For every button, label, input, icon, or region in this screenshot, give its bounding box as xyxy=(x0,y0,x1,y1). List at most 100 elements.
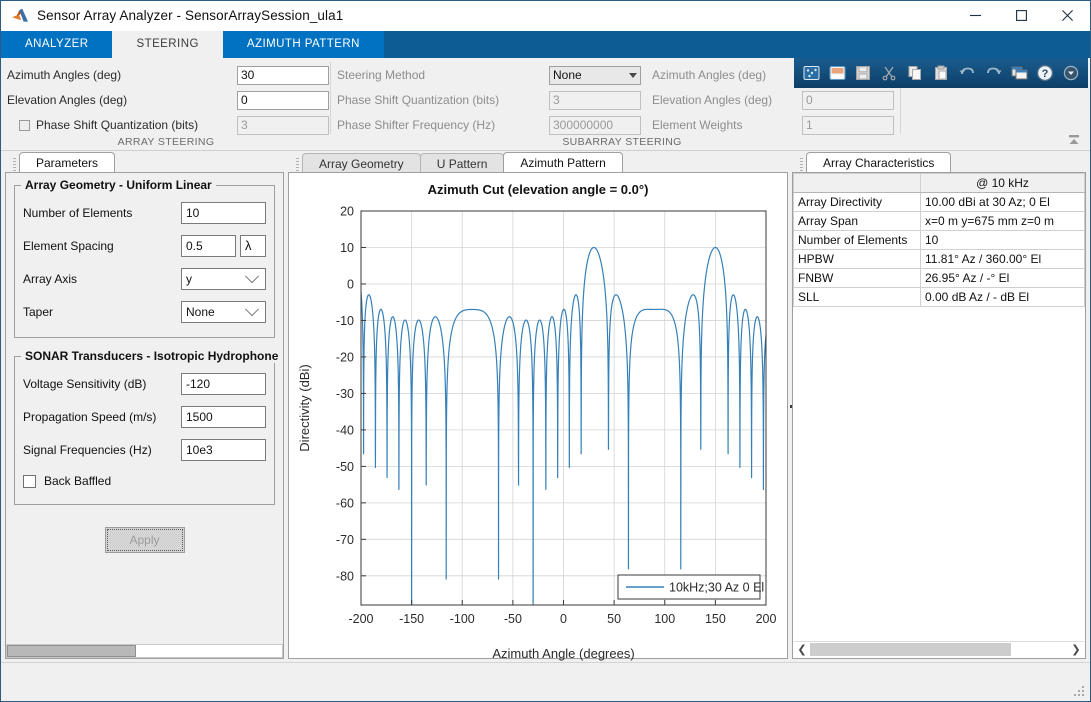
tab-steering[interactable]: STEERING xyxy=(112,31,222,58)
tab-u-pattern[interactable]: U Pattern xyxy=(420,153,505,173)
ribbon-tab-filler xyxy=(384,31,1090,58)
tab-array-geometry[interactable]: Array Geometry xyxy=(302,153,421,173)
input-sub-elevation-angles[interactable]: 0 xyxy=(802,91,894,110)
left-panel-horizontal-scrollbar[interactable] xyxy=(6,644,283,658)
chart-container: Azimuth Cut (elevation angle = 0.0°) 201… xyxy=(288,172,788,659)
ribbon-row-steering-method: Steering Method None xyxy=(337,64,646,86)
maximize-button[interactable] xyxy=(998,1,1044,30)
svg-text:-40: -40 xyxy=(336,423,354,437)
tab-analyzer[interactable]: ANALYZER xyxy=(1,31,112,58)
svg-text:50: 50 xyxy=(607,612,621,626)
sonar-transducers-legend: SONAR Transducers - Isotropic Hydrophone xyxy=(21,349,282,363)
collapse-ribbon-icon[interactable] xyxy=(1064,132,1084,148)
parameters-content: Array Geometry - Uniform Linear Number o… xyxy=(5,172,284,659)
table-cell-value: 11.81° Az / 360.00° El xyxy=(921,250,1085,269)
chevron-left-icon[interactable]: ❮ xyxy=(794,642,810,657)
chevron-down-icon xyxy=(629,73,637,78)
close-button[interactable] xyxy=(1044,1,1090,30)
panel-gripper-right[interactable] xyxy=(796,155,806,173)
panel-gripper-center[interactable] xyxy=(292,155,302,173)
table-row[interactable]: SLL0.00 dB Az / - dB El xyxy=(794,288,1085,307)
azimuth-pattern-plot[interactable]: 20100-10-20-30-40-50-60-70-80-200-150-10… xyxy=(289,199,784,667)
array-characteristics-table: @ 10 kHzArray Directivity10.00 dBi at 30… xyxy=(793,173,1085,307)
ribbon-row-phase-shift-quantization: Phase Shift Quantization (bits) 3 xyxy=(7,114,331,136)
tab-parameters[interactable]: Parameters xyxy=(19,152,115,173)
apply-button[interactable]: Apply xyxy=(105,527,185,553)
chevron-right-icon[interactable]: ❯ xyxy=(1068,642,1084,657)
center-panel-tab-strip: Array Geometry U Pattern Azimuth Pattern xyxy=(288,151,788,173)
field-number-of-elements: Number of Elements 10 xyxy=(23,200,266,226)
table-row[interactable]: Array Directivity10.00 dBi at 30 Az; 0 E… xyxy=(794,193,1085,212)
svg-text:-70: -70 xyxy=(336,533,354,547)
input-sub-phase-shift-quantization[interactable]: 3 xyxy=(549,91,641,110)
input-number-of-elements[interactable]: 10 xyxy=(181,202,266,224)
label-elevation-angles: Elevation Angles (deg) xyxy=(7,93,237,107)
input-signal-frequencies[interactable]: 10e3 xyxy=(181,439,266,461)
apply-button-row: Apply xyxy=(6,527,283,553)
minimize-button[interactable] xyxy=(952,1,998,30)
input-azimuth-angles[interactable]: 30 xyxy=(237,66,329,85)
panel-gripper-left[interactable] xyxy=(9,155,19,173)
field-signal-frequencies: Signal Frequencies (Hz) 10e3 xyxy=(23,437,266,463)
main-body: Parameters Array Geometry - Uniform Line… xyxy=(1,151,1090,701)
table-row[interactable]: HPBW11.81° Az / 360.00° El xyxy=(794,250,1085,269)
status-bar xyxy=(1,662,1090,701)
select-taper[interactable]: None xyxy=(181,301,266,323)
tab-azimuth-pattern[interactable]: AZIMUTH PATTERN xyxy=(223,31,384,58)
table-cell-value: 26.95° Az / -° El xyxy=(921,269,1085,288)
svg-text:0: 0 xyxy=(347,277,354,291)
label-element-spacing: Element Spacing xyxy=(23,239,181,253)
table-header-cell: @ 10 kHz xyxy=(921,174,1085,193)
ribbon-row-azimuth-angles: Azimuth Angles (deg) 30 xyxy=(7,64,331,86)
right-panel-horizontal-scrollbar[interactable]: ❮ ❯ xyxy=(794,641,1084,657)
resize-grip[interactable] xyxy=(1074,686,1086,698)
input-phase-shifter-frequency[interactable]: 300000000 xyxy=(549,116,641,135)
table-row[interactable]: FNBW26.95° Az / -° El xyxy=(794,269,1085,288)
svg-text:-150: -150 xyxy=(399,612,424,626)
svg-text:-100: -100 xyxy=(450,612,475,626)
cut-icon xyxy=(877,61,901,85)
chart-title: Azimuth Cut (elevation angle = 0.0°) xyxy=(289,182,787,197)
select-array-axis[interactable]: y xyxy=(181,268,266,290)
table-row[interactable]: Number of Elements10 xyxy=(794,231,1085,250)
table-cell-value: 0.00 dB Az / - dB El xyxy=(921,288,1085,307)
select-taper-value: None xyxy=(186,305,215,319)
select-steering-method[interactable]: None xyxy=(549,66,641,85)
ribbon: Azimuth Angles (deg) 30 Elevation Angles… xyxy=(1,58,1090,151)
checkbox-back-baffled[interactable] xyxy=(23,475,36,488)
layout-icon[interactable] xyxy=(1007,61,1031,85)
open-session-icon[interactable] xyxy=(825,61,849,85)
label-phase-shift-quantization: Phase Shift Quantization (bits) xyxy=(36,118,198,132)
right-characteristics-panel: Array Characteristics @ 10 kHzArray Dire… xyxy=(792,151,1086,659)
svg-text:100: 100 xyxy=(654,612,675,626)
input-element-spacing[interactable]: 0.5 xyxy=(181,235,236,257)
field-taper: Taper None xyxy=(23,299,266,325)
right-scroll-track[interactable] xyxy=(810,643,1068,656)
input-propagation-speed[interactable]: 1500 xyxy=(181,406,266,428)
svg-text:200: 200 xyxy=(756,612,777,626)
input-elevation-angles[interactable]: 0 xyxy=(237,91,329,110)
checkbox-phase-shift-quantization[interactable] xyxy=(19,120,30,131)
select-array-axis-value: y xyxy=(186,272,192,286)
tab-azimuth-pattern[interactable]: Azimuth Pattern xyxy=(503,152,622,173)
unit-lambda: λ xyxy=(240,235,266,257)
svg-text:?: ? xyxy=(1042,68,1049,80)
table-cell-value: 10 xyxy=(921,231,1085,250)
copy-icon xyxy=(903,61,927,85)
table-row[interactable]: Array Spanx=0 m y=675 mm z=0 m xyxy=(794,212,1085,231)
left-panel-scroll-thumb[interactable] xyxy=(7,645,136,657)
input-phase-shift-quantization[interactable]: 3 xyxy=(237,116,329,135)
ribbon-row-phase-shifter-frequency: Phase Shifter Frequency (Hz) 300000000 xyxy=(337,114,646,136)
input-element-weights[interactable]: 1 xyxy=(802,116,894,135)
tab-array-characteristics[interactable]: Array Characteristics xyxy=(806,152,951,173)
label-sub-elevation-angles: Elevation Angles (deg) xyxy=(652,93,802,107)
table-cell-name: Array Directivity xyxy=(794,193,921,212)
application-window: Sensor Array Analyzer - SensorArraySessi… xyxy=(0,0,1091,702)
input-voltage-sensitivity[interactable]: -120 xyxy=(181,373,266,395)
new-session-icon[interactable] xyxy=(799,61,823,85)
dropdown-icon[interactable] xyxy=(1059,61,1083,85)
help-icon[interactable]: ? xyxy=(1033,61,1057,85)
ribbon-group-title-subarray-steering: SUBARRAY STEERING xyxy=(337,136,907,148)
right-scroll-thumb[interactable] xyxy=(810,643,1011,656)
label-voltage-sensitivity: Voltage Sensitivity (dB) xyxy=(23,377,181,391)
